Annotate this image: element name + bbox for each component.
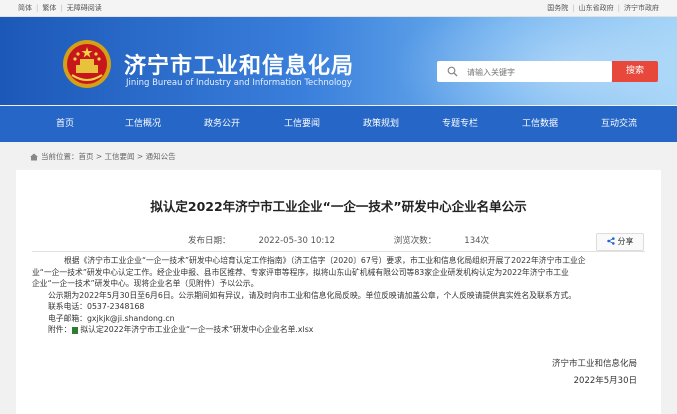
contact-email: 电子邮箱：gxjkjk@ji.shandong.cn [48,313,175,323]
accessible-reading-link[interactable]: 无障碍阅读 [67,4,102,12]
article-body: 根据《济宁市工业企业“一企一技术”研发中心培育认定工作指南》（济工信字〔2020… [32,255,645,336]
attachment-label: 附件： [48,325,72,334]
share-icon [606,237,615,245]
signature-org: 济宁市工业和信息化局 [551,359,637,369]
nav-item-home[interactable]: 首页 [30,106,100,142]
site-title[interactable]: 济宁市工业和信息化局 [124,48,354,80]
paragraph-line: 企业“一企一技术”研发中心。现将企业名单（见附件）予以公示。 [32,279,259,288]
traditional-link[interactable]: 繁体 [42,4,56,12]
article-title: 拟认定2022年济宁市工业企业“一企一技术”研发中心企业名单公示 [150,199,527,214]
shandong-gov-link[interactable]: 山东省政府 [579,4,614,12]
paragraph-line: 业“一企一技术”研发中心认定工作。经企业申报、县市区推荐、专家评审等程序，拟将山… [32,267,569,277]
divider: | [617,4,620,12]
language-links: 简体 | 繁体 | 无障碍阅读 [18,0,102,16]
divider: | [60,4,63,12]
paragraph-line: 根据《济宁市工业企业“一企一技术”研发中心培育认定工作指南》（济工信字〔2020… [64,256,586,265]
search-icon [447,66,458,77]
publish-date: 2022-05-30 10:12 [258,236,336,246]
simplified-link[interactable]: 简体 [18,4,32,12]
share-button[interactable]: 分享 [596,233,644,251]
breadcrumb: 当前位置：首页 > 工信要闻 > 通知公告 [30,151,176,162]
divider: | [36,4,39,12]
views-label: 浏览次数： [393,236,437,246]
national-emblem-icon [63,40,111,88]
attachment-link[interactable]: 拟认定2022年济宁市工业企业“一企一技术”研发中心企业名单.xlsx [80,325,313,334]
nav-item-news[interactable]: 工信要闻 [267,106,337,142]
nav-item-interaction[interactable]: 互动交流 [584,106,654,142]
contact-phone: 联系电话：0537-2348168 [48,302,145,311]
nav-item-policy[interactable]: 政策规划 [346,106,416,142]
location-icon [30,153,38,161]
jining-gov-link[interactable]: 济宁市政府 [624,4,659,12]
site-subtitle: Jining Bureau of Industry and Informatio… [126,78,352,88]
top-utility-bar: 简体 | 繁体 | 无障碍阅读 国务院 | 山东省政府 | 济宁市政府 [0,0,677,17]
search-input[interactable] [465,64,609,81]
gov-links: 国务院 | 山东省政府 | 济宁市政府 [547,0,659,16]
breadcrumb-path[interactable]: 首页 > 工信要闻 > 通知公告 [79,152,176,161]
article-card: 拟认定2022年济宁市工业企业“一企一技术”研发中心企业名单公示 发布日期： 20… [16,170,661,414]
search-button[interactable]: 搜索 [612,61,658,82]
publish-label: 发布日期： [187,236,231,246]
nav-item-data[interactable]: 工信数据 [505,106,575,142]
main-nav: 首页 工信概况 政务公开 工信要闻 政策规划 专题专栏 工信数据 互动交流 [0,106,677,142]
nav-item-topics[interactable]: 专题专栏 [425,106,495,142]
search-box[interactable] [437,61,612,82]
article-meta: 发布日期： 2022-05-30 10:12 浏览次数： 134次 [16,234,661,246]
breadcrumb-label: 当前位置： [41,152,79,161]
paragraph-notice-period: 公示期为2022年5月30日至6月6日。公示期间如有异议，请及时向市工业和信息化… [48,290,577,300]
nav-item-gov-affairs[interactable]: 政务公开 [187,106,257,142]
spreadsheet-icon [72,326,79,334]
views-count: 134次 [464,236,490,246]
nav-item-overview[interactable]: 工信概况 [108,106,178,142]
share-label: 分享 [617,237,634,246]
signature-date: 2022年5月30日 [573,376,637,386]
state-council-link[interactable]: 国务院 [547,4,568,12]
title-divider [32,251,645,252]
views-info: 浏览次数： 134次 [380,236,503,246]
divider: | [572,4,575,12]
site-banner: 济宁市工业和信息化局 Jining Bureau of Industry and… [0,17,677,105]
attachment-row: 附件： 拟认定2022年济宁市工业企业“一企一技术”研发中心企业名单.xlsx [32,324,645,336]
publish-info: 发布日期： 2022-05-30 10:12 [174,236,349,246]
